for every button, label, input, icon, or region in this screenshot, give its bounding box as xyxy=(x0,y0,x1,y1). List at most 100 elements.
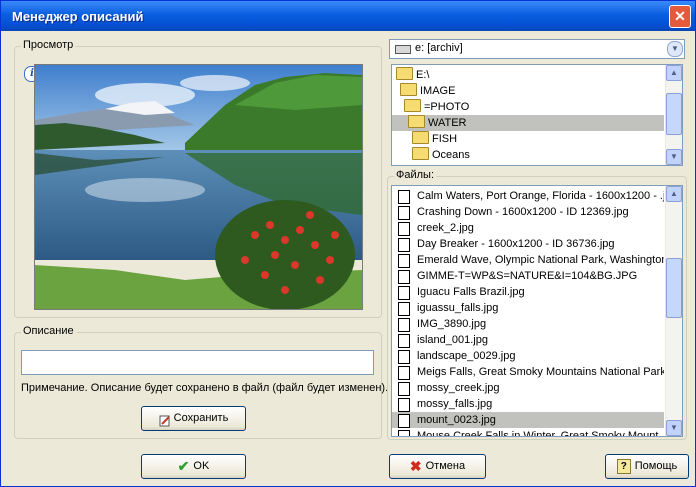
file-icon xyxy=(398,222,410,236)
file-item-label: Calm Waters, Port Orange, Florida - 1600… xyxy=(417,190,664,202)
drive-select[interactable]: e: [archiv] ▼ xyxy=(389,39,685,59)
tree-item[interactable]: Oceans xyxy=(412,147,661,163)
cancel-button[interactable]: ✖ Отмена xyxy=(389,454,486,479)
folder-icon xyxy=(400,83,417,96)
scroll-up-icon[interactable]: ▲ xyxy=(666,186,682,202)
file-item-label: Crashing Down - 1600x1200 - ID 12369.jpg xyxy=(417,206,629,218)
file-item-label: Day Breaker - 1600x1200 - ID 36736.jpg xyxy=(417,238,615,250)
file-icon xyxy=(398,334,410,348)
folder-icon xyxy=(412,147,429,160)
tree-scroll-thumb[interactable] xyxy=(666,93,682,135)
file-item[interactable]: GIMME-T=WP&S=NATURE&I=104&BG.JPG xyxy=(392,268,664,284)
help-button-label: Помощь xyxy=(634,460,678,472)
description-group-label: Описание xyxy=(21,325,76,337)
file-icon xyxy=(398,302,410,316)
file-item[interactable]: island_001.jpg xyxy=(392,332,664,348)
tree-item-label: Oceans xyxy=(432,149,470,161)
cancel-button-label: Отмена xyxy=(425,460,466,472)
file-item-label: mossy_falls.jpg xyxy=(417,398,493,410)
tree-scrollbar[interactable]: ▲ ▼ xyxy=(665,65,682,165)
file-icon xyxy=(398,318,410,332)
scroll-down-icon[interactable]: ▼ xyxy=(666,149,682,165)
tree-item[interactable]: E:\ xyxy=(396,67,661,83)
file-item-label: landscape_0029.jpg xyxy=(417,350,516,362)
tree-item-label: E:\ xyxy=(416,69,430,81)
save-button[interactable]: Сохранить xyxy=(141,406,246,431)
file-item[interactable]: Day Breaker - 1600x1200 - ID 36736.jpg xyxy=(392,236,664,252)
pencil-icon xyxy=(159,413,171,426)
tree-item[interactable]: =PHOTO xyxy=(404,99,661,115)
file-item[interactable]: mossy_creek.jpg xyxy=(392,380,664,396)
close-icon: ✖ xyxy=(409,458,422,474)
tree-item-label: =PHOTO xyxy=(424,101,470,113)
close-button[interactable]: ✕ xyxy=(669,5,691,28)
file-item[interactable]: Meigs Falls, Great Smoky Mountains Natio… xyxy=(392,364,664,380)
tree-item[interactable]: IMAGE xyxy=(400,83,661,99)
file-icon xyxy=(398,414,410,428)
folder-icon xyxy=(404,99,421,112)
tree-item-label: WATER xyxy=(428,117,467,129)
file-icon xyxy=(398,270,410,284)
tree-item[interactable]: FISH xyxy=(412,131,661,147)
preview-group-label: Просмотр xyxy=(21,39,76,51)
file-item[interactable]: creek_2.jpg xyxy=(392,220,664,236)
file-item[interactable]: Iguacu Falls Brazil.jpg xyxy=(392,284,664,300)
scroll-up-icon[interactable]: ▲ xyxy=(666,65,682,81)
file-item[interactable]: IMG_3890.jpg xyxy=(392,316,664,332)
file-list-scrollbar[interactable]: ▲ ▼ xyxy=(665,186,682,436)
help-button[interactable]: ? Помощь xyxy=(605,454,689,479)
file-icon xyxy=(398,430,410,436)
save-button-label: Сохранить xyxy=(173,412,229,424)
image-preview xyxy=(34,64,363,310)
folder-icon xyxy=(412,131,429,144)
file-item[interactable]: iguassu_falls.jpg xyxy=(392,300,664,316)
file-item-label: creek_2.jpg xyxy=(417,222,474,234)
title-bar[interactable]: Менеджер описаний ✕ xyxy=(1,1,695,31)
checkmark-icon: ✔ xyxy=(177,458,190,474)
file-item-selected[interactable]: mount_0023.jpg xyxy=(392,412,664,428)
chevron-down-icon[interactable]: ▼ xyxy=(667,41,683,57)
file-item-label: Mouse Creek Falls in Winter, Great Smoky… xyxy=(417,430,659,437)
description-manager-window: Менеджер описаний ✕ Просмотр i Описание … xyxy=(0,0,696,487)
file-item[interactable]: Crashing Down - 1600x1200 - ID 12369.jpg xyxy=(392,204,664,220)
help-icon: ? xyxy=(616,459,631,474)
file-icon xyxy=(398,398,410,412)
save-note: Примечание. Описание будет сохранено в ф… xyxy=(21,382,389,394)
files-group-label: Файлы: xyxy=(394,169,437,181)
file-item-label: Iguacu Falls Brazil.jpg xyxy=(417,286,525,298)
folder-icon xyxy=(396,67,413,80)
file-icon xyxy=(398,238,410,252)
drive-icon xyxy=(395,45,411,54)
file-item[interactable]: mossy_falls.jpg xyxy=(392,396,664,412)
tree-item-selected[interactable]: WATER xyxy=(392,115,664,131)
file-icon xyxy=(398,366,410,380)
tree-item-label: FISH xyxy=(432,133,458,145)
file-icon xyxy=(398,206,410,220)
ok-button-label: OK xyxy=(193,460,210,472)
file-list[interactable]: Calm Waters, Port Orange, Florida - 1600… xyxy=(391,185,683,437)
file-list-scroll-thumb[interactable] xyxy=(666,258,682,318)
file-item-label: island_001.jpg xyxy=(417,334,488,346)
description-input[interactable] xyxy=(21,350,374,375)
window-title: Менеджер описаний xyxy=(12,9,144,24)
folder-icon xyxy=(408,115,425,128)
file-item-label: mossy_creek.jpg xyxy=(417,382,500,394)
file-item-label: IMG_3890.jpg xyxy=(417,318,487,330)
file-item[interactable]: Emerald Wave, Olympic National Park, Was… xyxy=(392,252,664,268)
tree-item-label: IMAGE xyxy=(420,85,456,97)
file-item[interactable]: Mouse Creek Falls in Winter, Great Smoky… xyxy=(392,428,664,437)
file-icon xyxy=(398,382,410,396)
file-item-label: GIMME-T=WP&S=NATURE&I=104&BG.JPG xyxy=(417,270,638,282)
scroll-down-icon[interactable]: ▼ xyxy=(666,420,682,436)
file-item-label: mount_0023.jpg xyxy=(417,414,496,426)
file-item[interactable]: landscape_0029.jpg xyxy=(392,348,664,364)
file-item-label: iguassu_falls.jpg xyxy=(417,302,499,314)
file-item-label: Meigs Falls, Great Smoky Mountains Natio… xyxy=(417,366,664,378)
file-item-label: Emerald Wave, Olympic National Park, Was… xyxy=(417,254,664,266)
file-icon xyxy=(398,286,410,300)
folder-tree[interactable]: E:\ IMAGE =PHOTO WATER FISH Oceans ▲ ▼ xyxy=(391,64,683,166)
ok-button[interactable]: ✔ OK xyxy=(141,454,246,479)
file-item[interactable]: Calm Waters, Port Orange, Florida - 1600… xyxy=(392,188,664,204)
file-icon xyxy=(398,254,410,268)
file-icon xyxy=(398,350,410,364)
